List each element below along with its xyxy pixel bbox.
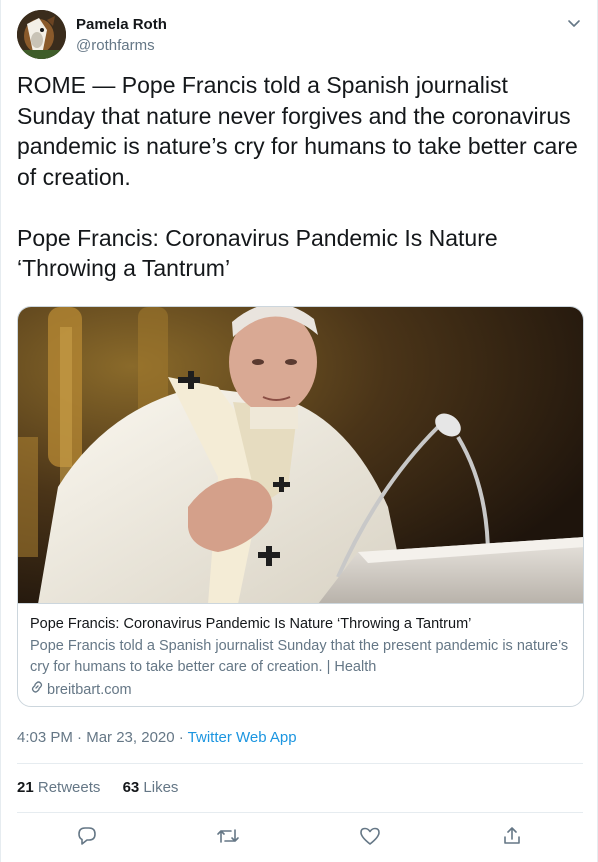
share-icon[interactable] [501,825,525,849]
divider [17,763,583,764]
retweets-count: 21 [17,779,34,796]
retweets-stat[interactable]: 21 Retweets [17,779,100,796]
tweet-date[interactable]: Mar 23, 2020 [86,729,174,746]
likes-count: 63 [122,779,140,796]
card-domain: breitbart.com [30,679,573,701]
card-title[interactable]: Pope Francis: Coronavirus Pandemic Is Na… [30,614,573,634]
card-body[interactable]: Pope Francis: Coronavirus Pandemic Is Na… [18,604,583,706]
retweet-icon[interactable] [216,825,240,849]
display-name[interactable]: Pamela Roth [76,16,167,33]
tweet-meta: 4:03 PM · Mar 23, 2020 · Twitter Web App [17,729,297,746]
likes-stat[interactable]: 63 Likes [123,779,179,796]
meta-separator-2: · [174,729,188,746]
reply-icon[interactable] [76,825,100,849]
tweet-header: Pamela Roth @rothfarms [17,10,583,62]
card-image[interactable] [18,307,583,604]
user-handle[interactable]: @rothfarms [76,37,155,54]
link-icon [30,679,47,701]
chevron-down-icon[interactable] [565,14,583,32]
divider [17,812,583,813]
action-bar [1,822,598,852]
tweet-stats: 21 Retweets 63 Likes [17,779,196,796]
tweet-text: ROME — Pope Francis told a Spanish journ… [17,72,578,281]
link-card[interactable]: Pope Francis: Coronavirus Pandemic Is Na… [17,306,584,707]
card-description: Pope Francis told a Spanish journalist S… [30,638,569,675]
tweet-time[interactable]: 4:03 PM [17,729,73,746]
retweets-label: Retweets [33,779,101,796]
tweet-container: Pamela Roth @rothfarms ROME — Pope Franc… [0,0,598,862]
meta-separator: · [72,729,87,746]
card-domain-text: breitbart.com [47,682,132,698]
likes-label: Likes [139,779,179,796]
source-app-link[interactable]: Twitter Web App [188,729,297,746]
avatar[interactable] [17,10,66,59]
heart-icon[interactable] [359,825,383,849]
